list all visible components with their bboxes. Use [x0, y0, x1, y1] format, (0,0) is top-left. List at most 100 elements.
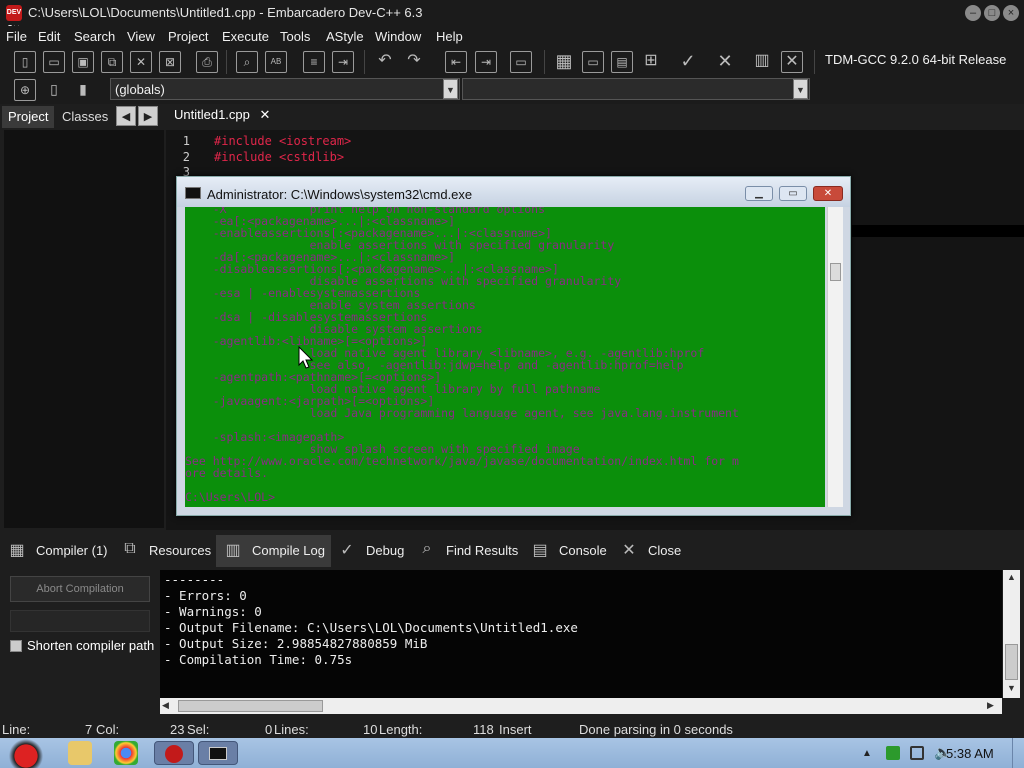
- cmd-title-bar[interactable]: Administrator: C:\Windows\system32\cmd.e…: [177, 177, 850, 207]
- replace-icon[interactable]: AB: [265, 51, 287, 73]
- clock[interactable]: 5:38 AM: [946, 746, 994, 761]
- cmd-window[interactable]: Administrator: C:\Windows\system32\cmd.e…: [176, 176, 851, 516]
- rebuild-icon[interactable]: ⊞: [640, 51, 662, 73]
- editor-tab[interactable]: Untitled1.cpp ✕: [168, 104, 277, 128]
- goto-bookmark-icon[interactable]: ▮: [72, 79, 94, 101]
- save-icon[interactable]: ▣: [72, 51, 94, 73]
- profile-icon[interactable]: ▥: [751, 51, 773, 73]
- log-scroll-thumb[interactable]: [1005, 644, 1018, 680]
- code-line[interactable]: #include <iostream>: [214, 134, 351, 148]
- menu-project[interactable]: Project: [168, 29, 208, 44]
- menu-edit[interactable]: Edit: [38, 29, 60, 44]
- maximize-button[interactable]: □: [984, 5, 1000, 21]
- tab-classes[interactable]: Classes: [56, 106, 114, 128]
- cmd-scroll-thumb[interactable]: [830, 263, 841, 281]
- scroll-right-icon[interactable]: ▶: [987, 700, 999, 712]
- comment-icon[interactable]: ▭: [510, 51, 532, 73]
- cmd-maximize-button[interactable]: ▭: [779, 186, 807, 201]
- tab-right-arrow-icon[interactable]: ▶: [138, 106, 158, 126]
- menu-window[interactable]: Window: [375, 29, 421, 44]
- menu-tools[interactable]: Tools: [280, 29, 310, 44]
- menu-file[interactable]: File: [6, 29, 27, 44]
- cmd-output[interactable]: -X print help on non-standard options -e…: [185, 207, 825, 507]
- status-line-value: 7: [85, 722, 93, 737]
- compiler-select[interactable]: TDM-GCC 9.2.0 64-bit Release: [820, 52, 1024, 72]
- minimize-button[interactable]: –: [965, 5, 981, 21]
- toolbar-separator: [226, 50, 227, 74]
- syntax-check-icon[interactable]: ✓: [677, 51, 699, 73]
- compile-log-output[interactable]: -------- - Errors: 0 - Warnings: 0 - Out…: [160, 570, 1002, 698]
- log-hscroll-thumb[interactable]: [178, 700, 323, 712]
- code-line[interactable]: #include <cstdlib>: [214, 150, 344, 164]
- chevron-down-icon[interactable]: ▼: [443, 79, 458, 99]
- status-sel-label: Sel:: [187, 722, 210, 737]
- unindent-icon[interactable]: ⇥: [475, 51, 497, 73]
- console-icon: [185, 187, 201, 199]
- menu-view[interactable]: View: [127, 29, 155, 44]
- indent-icon[interactable]: ⇤: [445, 51, 467, 73]
- devcpp-task-icon[interactable]: [154, 741, 194, 765]
- compile-run-icon[interactable]: ▤: [611, 51, 633, 73]
- new-file-icon[interactable]: ▯: [14, 51, 36, 73]
- redo-icon[interactable]: ↷: [403, 51, 425, 73]
- project-browser[interactable]: [4, 130, 164, 528]
- tab-debug[interactable]: ✓ Debug: [330, 535, 410, 567]
- status-lines-value: 10: [363, 722, 378, 737]
- scroll-up-icon[interactable]: ▲: [1005, 572, 1018, 584]
- save-all-icon[interactable]: ⧉: [101, 51, 123, 73]
- log-horizontal-scrollbar[interactable]: ◀ ▶: [160, 698, 1002, 714]
- close-all-icon[interactable]: ⊠: [159, 51, 181, 73]
- undo-icon[interactable]: ↶: [374, 51, 396, 73]
- chrome-icon[interactable]: [114, 741, 138, 765]
- chevron-down-icon[interactable]: ▼: [793, 79, 808, 99]
- open-icon[interactable]: ▭: [43, 51, 65, 73]
- toggle-icon[interactable]: ⇥: [332, 51, 354, 73]
- delete-profile-icon[interactable]: ✕: [781, 51, 803, 73]
- shorten-path-label[interactable]: Shorten compiler path: [27, 638, 154, 653]
- tab-close[interactable]: ✕ Close: [612, 535, 687, 567]
- taskbar: ▲ 🔈 5:38 AM: [0, 738, 1024, 768]
- status-line-label: Line:: [2, 722, 31, 737]
- scroll-left-icon[interactable]: ◀: [162, 700, 174, 712]
- bookmark-icon[interactable]: ▯: [43, 79, 65, 101]
- cmd-scrollbar[interactable]: [827, 207, 843, 507]
- print-icon[interactable]: ⎙: [196, 51, 218, 73]
- abort-compilation-button[interactable]: Abort Compilation: [10, 576, 150, 602]
- goto-line-icon[interactable]: ≡: [303, 51, 325, 73]
- tab-resources[interactable]: ⧉ Resources: [113, 535, 217, 567]
- tab-project[interactable]: Project: [2, 106, 55, 128]
- cmd-minimize-button[interactable]: ▁: [745, 186, 773, 201]
- cmd-close-button[interactable]: ✕: [813, 186, 843, 201]
- function-combo[interactable]: [462, 78, 810, 100]
- scroll-down-icon[interactable]: ▼: [1005, 683, 1018, 695]
- tab-compiler[interactable]: ▦ Compiler (1): [0, 535, 114, 567]
- insert-icon[interactable]: ⊕: [14, 79, 36, 101]
- menu-search[interactable]: Search: [74, 29, 115, 44]
- tab-console[interactable]: ▤ Console: [523, 535, 613, 567]
- close-tab-icon[interactable]: ✕: [260, 107, 271, 122]
- cmd-task-icon[interactable]: [198, 741, 238, 765]
- scope-combo[interactable]: (globals): [110, 78, 460, 100]
- log-vertical-scrollbar[interactable]: ▲ ▼: [1003, 570, 1020, 698]
- close-file-icon[interactable]: ✕: [130, 51, 152, 73]
- menu-execute[interactable]: Execute: [222, 29, 269, 44]
- run-icon[interactable]: ▭: [582, 51, 604, 73]
- show-desktop-button[interactable]: [1012, 738, 1024, 768]
- tab-compile-log[interactable]: ▥ Compile Log: [216, 535, 331, 567]
- stop-icon[interactable]: ✕: [714, 51, 736, 73]
- compile-icon[interactable]: ▦: [553, 51, 575, 73]
- start-button-icon[interactable]: [4, 738, 48, 768]
- tab-label: Compiler (1): [36, 543, 108, 558]
- explorer-icon[interactable]: [68, 741, 92, 765]
- find-icon[interactable]: ⌕: [236, 51, 258, 73]
- tab-left-arrow-icon[interactable]: ◀: [116, 106, 136, 126]
- network-icon[interactable]: [910, 746, 924, 760]
- menu-astyle[interactable]: AStyle: [326, 29, 364, 44]
- show-hidden-icons-icon[interactable]: ▲: [862, 748, 872, 759]
- battery-icon[interactable]: [886, 746, 900, 760]
- tab-find-results[interactable]: ⌕ Find Results: [410, 535, 524, 567]
- menu-help[interactable]: Help: [436, 29, 463, 44]
- close-window-button[interactable]: ×: [1003, 5, 1019, 21]
- status-col-value: 23: [170, 722, 185, 737]
- shorten-path-checkbox[interactable]: [10, 640, 22, 652]
